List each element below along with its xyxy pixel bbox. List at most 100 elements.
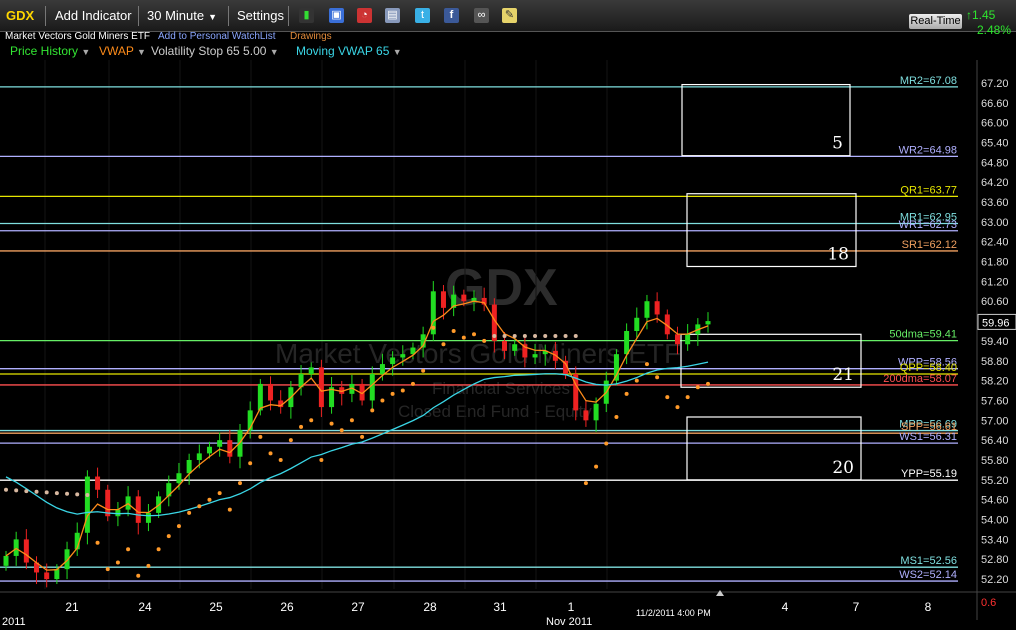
- price-chart[interactable]: 67.20 66.60 66.00 65.40 64.80 64.20 63.60 63.00…: [0, 60, 1016, 630]
- price-change-percent: 2.48%: [977, 23, 1012, 37]
- save-icon[interactable]: ▣: [329, 8, 344, 23]
- note-icon[interactable]: ✎: [502, 8, 517, 23]
- candle-body: [644, 301, 650, 318]
- volatility-stop-dot: [492, 333, 497, 338]
- y-tick-label: 52.80: [981, 554, 1009, 566]
- twitter-icon[interactable]: t: [415, 8, 430, 23]
- cursor-marker-icon: [716, 590, 724, 596]
- count-box-label: 21: [832, 365, 854, 385]
- volatility-stop-dot: [268, 451, 273, 456]
- candle-body: [613, 354, 619, 381]
- pivot-level-label: WR1=62.73: [899, 219, 957, 231]
- x-tick-label: 28: [423, 600, 437, 614]
- volatility-stop-dot: [573, 333, 578, 338]
- divider: [138, 6, 139, 26]
- y-tick-label: 61.80: [981, 257, 1009, 269]
- x-sublabel-month: Nov 2011: [546, 616, 592, 628]
- candle-body: [318, 367, 324, 408]
- chart-style-icon[interactable]: ▮: [299, 8, 314, 23]
- y-tick-label: 54.60: [981, 495, 1009, 507]
- chevron-down-icon: ▼: [269, 47, 279, 57]
- indicator-volatility-stop[interactable]: Volatility Stop 65 5.00 ▼: [151, 44, 279, 58]
- x-tick-label: 1: [568, 600, 575, 614]
- y-tick-label: 0.6: [981, 597, 996, 609]
- pivot-level-label: WS1=56.31: [899, 431, 957, 443]
- candle-body: [379, 364, 385, 374]
- volatility-stop-dot: [156, 547, 161, 552]
- price-change: ↑1.45: [966, 8, 995, 22]
- y-tick-label: 64.80: [981, 157, 1009, 169]
- volatility-stop-dot: [553, 333, 558, 338]
- timeframe-dropdown[interactable]: 30 Minute ▼: [147, 5, 217, 27]
- candle-body: [390, 357, 396, 365]
- y-tick-label: 54.00: [981, 515, 1009, 527]
- volatility-stop-dot: [451, 329, 456, 333]
- y-tick-label: 55.80: [981, 455, 1009, 467]
- volatility-stop-dot: [187, 510, 192, 515]
- x-tick-label: 24: [138, 600, 152, 614]
- volatility-stop-dot: [594, 464, 599, 469]
- volatility-stop-dot: [14, 488, 19, 493]
- indicator-vwap[interactable]: VWAP ▼: [99, 44, 146, 58]
- candle-body: [685, 334, 691, 345]
- timeframe-label: 30 Minute: [147, 8, 205, 23]
- volatility-stop-dot: [197, 504, 202, 509]
- indicator-label: Volatility Stop 65 5.00: [151, 44, 267, 58]
- y-tick-label: 67.20: [981, 78, 1009, 90]
- candle-body: [3, 555, 9, 566]
- count-box-label: 5: [832, 134, 843, 154]
- volatility-stop-dot: [360, 434, 365, 439]
- settings-button[interactable]: Settings: [237, 5, 284, 27]
- indicator-label: VWAP: [99, 44, 134, 58]
- volatility-stop-dot: [176, 524, 181, 529]
- volatility-stop-dot: [278, 458, 283, 462]
- volatility-stop-dot: [319, 458, 324, 462]
- x-tick-label: 4: [782, 600, 789, 614]
- volatility-stop-dot: [441, 342, 446, 347]
- candle-body: [186, 460, 192, 474]
- candle-body: [44, 572, 50, 580]
- volatility-stop-dot: [482, 338, 487, 343]
- indicator-moving-vwap[interactable]: Moving VWAP 65 ▼: [296, 44, 402, 58]
- binoculars-icon[interactable]: ∞: [474, 8, 489, 23]
- volatility-stop-dot: [166, 534, 171, 539]
- x-sublabel-year: 2011: [2, 616, 26, 628]
- chevron-down-icon: ▼: [392, 47, 402, 57]
- y-tick-label: 61.20: [981, 276, 1009, 288]
- volatility-stop-dot: [624, 391, 629, 396]
- candle-body: [705, 321, 711, 325]
- print-icon[interactable]: ▤: [385, 8, 400, 23]
- count-box-label: 20: [832, 458, 854, 478]
- y-tick-label: 66.00: [981, 118, 1009, 130]
- volatility-stop-dot: [421, 368, 426, 373]
- candle-body: [54, 569, 60, 580]
- add-indicator-button[interactable]: Add Indicator: [55, 5, 132, 27]
- cursor-time-label: 11/2/2011 4:00 PM: [636, 608, 711, 618]
- volatility-stop-dot: [644, 362, 649, 367]
- candle-body: [268, 383, 274, 401]
- volatility-stop-dot: [512, 333, 517, 338]
- candle-body: [176, 473, 182, 484]
- drawings-link[interactable]: Drawings: [290, 31, 332, 42]
- volatility-stop-dot: [583, 481, 588, 486]
- volatility-stop-dot: [665, 395, 670, 400]
- y-tick-label: 66.60: [981, 98, 1009, 110]
- watchlist-link[interactable]: Add to Personal WatchList: [158, 31, 275, 42]
- volatility-stop-dot: [339, 428, 344, 433]
- chevron-down-icon: ▼: [208, 12, 218, 22]
- candle-body: [23, 539, 29, 563]
- candle-body: [227, 440, 233, 457]
- y-tick-label: 55.20: [981, 475, 1009, 487]
- candle-body: [206, 446, 212, 454]
- indicator-price-history[interactable]: Price History ▼: [10, 44, 90, 58]
- candle-body: [135, 496, 141, 523]
- volatility-stop-dot: [695, 385, 700, 390]
- volatility-stop-dot: [390, 391, 395, 396]
- volatility-stop-dot: [288, 438, 293, 443]
- clock-icon[interactable]: ◔: [357, 8, 372, 23]
- facebook-icon[interactable]: f: [444, 8, 459, 23]
- volatility-stop-dot: [706, 381, 710, 386]
- symbol-input[interactable]: GDX: [6, 5, 34, 27]
- volatility-stop-dot: [400, 388, 405, 393]
- divider: [228, 6, 229, 26]
